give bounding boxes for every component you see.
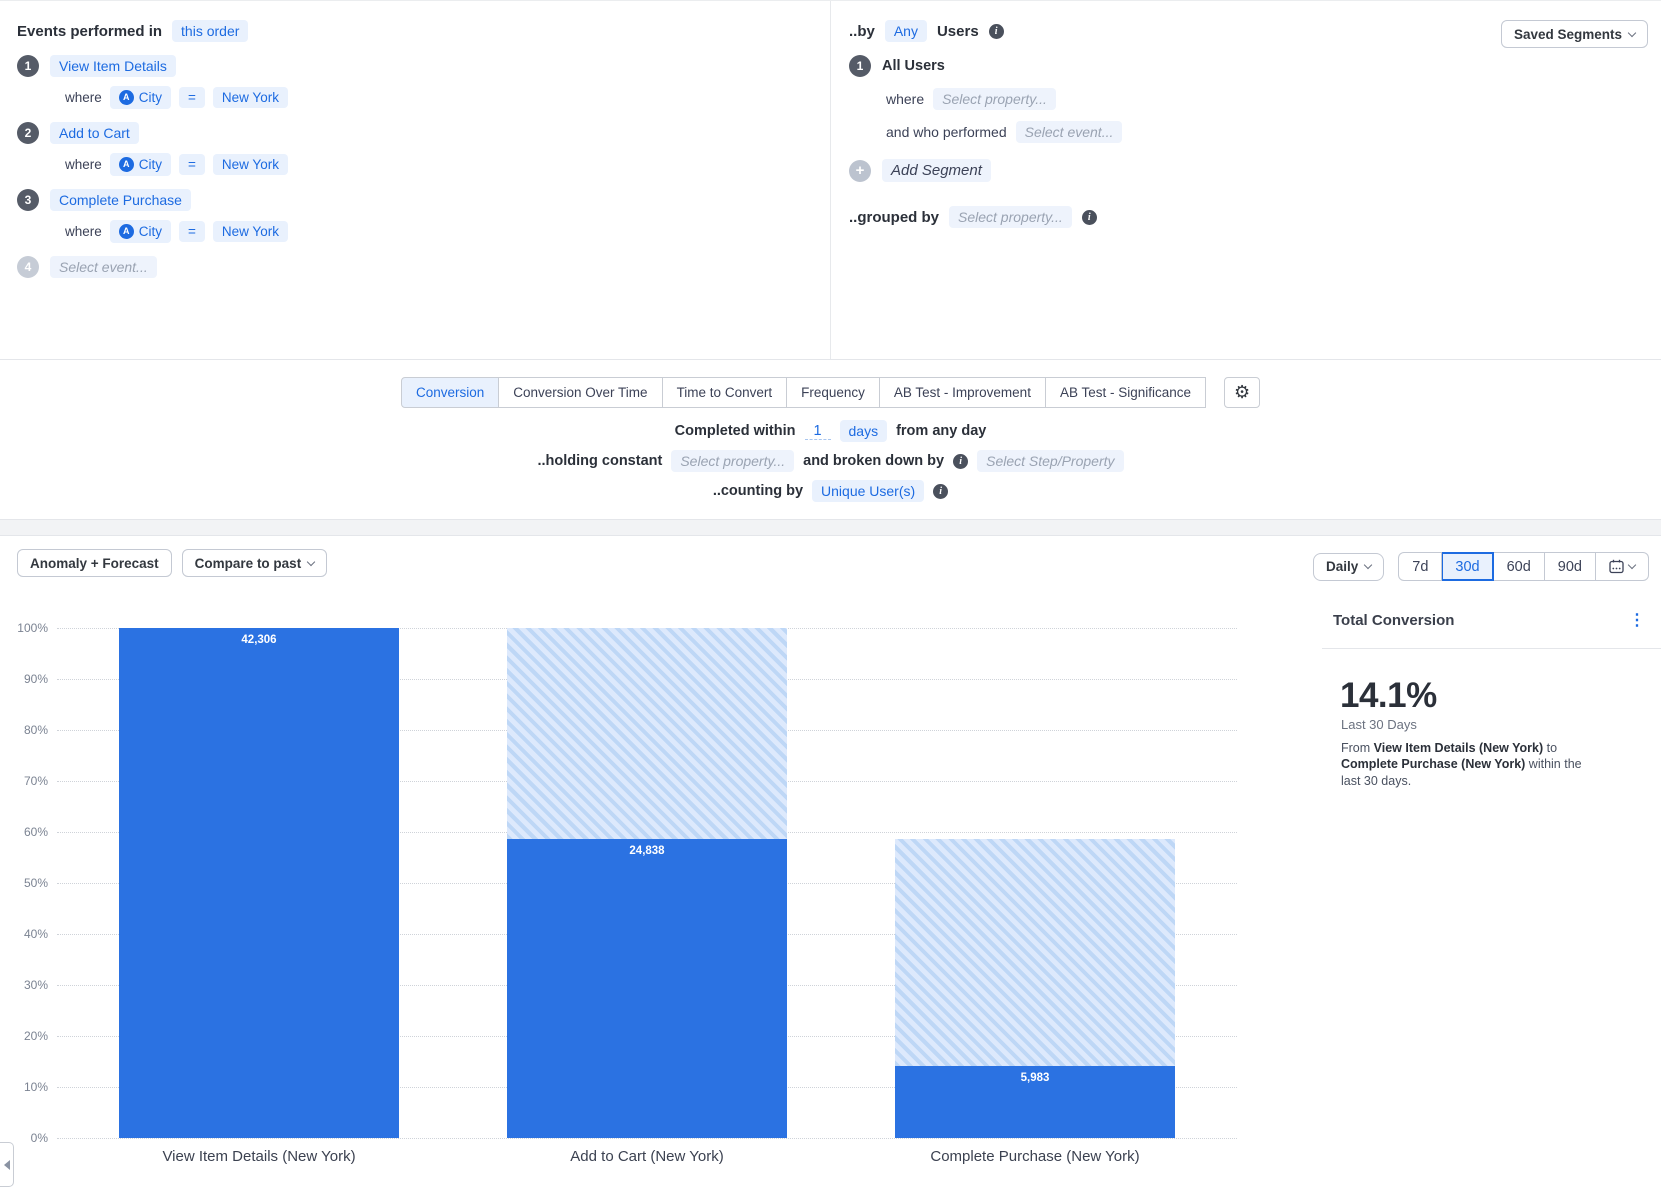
events-panel: Events performed in this order 1 View It… — [17, 20, 807, 278]
step-event-chip[interactable]: Complete Purchase — [50, 189, 191, 211]
select-event-placeholder-chip[interactable]: Select event... — [50, 256, 157, 278]
plus-icon[interactable]: + — [849, 160, 871, 182]
funnel-bar[interactable] — [507, 839, 787, 1138]
funnel-bar[interactable] — [119, 628, 399, 1138]
bar-value-label: 42,306 — [119, 634, 399, 646]
broken-down-placeholder-chip[interactable]: Select Step/Property — [977, 450, 1123, 472]
broken-down-by-label: and broken down by — [803, 453, 944, 469]
funnel-chart-section: Anomaly + Forecast Compare to past Daily… — [0, 536, 1661, 1194]
section-divider — [0, 519, 1661, 536]
text-property-icon: A — [119, 224, 134, 239]
tab-ab-test-significance[interactable]: AB Test - Significance — [1046, 377, 1206, 408]
kebab-menu-icon[interactable]: ⋮ — [1629, 613, 1645, 629]
collapse-panel-button[interactable] — [0, 1142, 14, 1187]
funnel-bar-dropoff-hatch[interactable] — [507, 628, 787, 839]
y-axis-tick-label: 10% — [0, 1080, 48, 1094]
saved-segments-button[interactable]: Saved Segments — [1501, 20, 1648, 48]
chevron-down-icon — [1628, 28, 1636, 36]
summary-title: Total Conversion — [1333, 612, 1454, 629]
bar-value-label: 24,838 — [507, 845, 787, 857]
bar-value-label: 5,983 — [895, 1072, 1175, 1084]
any-selector-chip[interactable]: Any — [885, 20, 927, 42]
left-arrow-icon — [4, 1160, 10, 1170]
counting-by-label: ..counting by — [713, 483, 803, 499]
where-label: where — [65, 157, 102, 172]
y-axis-tick-label: 50% — [0, 876, 48, 890]
add-segment-button[interactable]: Add Segment — [882, 159, 991, 182]
users-label: Users — [937, 23, 979, 40]
completed-within-label: Completed within — [675, 423, 796, 439]
tab-time-to-convert[interactable]: Time to Convert — [663, 377, 788, 408]
x-axis-category-label: Complete Purchase (New York) — [855, 1148, 1215, 1165]
from-any-day-label: from any day — [896, 423, 986, 439]
where-label: where — [65, 90, 102, 105]
info-icon[interactable]: i — [1082, 210, 1097, 225]
y-axis-tick-label: 90% — [0, 672, 48, 686]
step-number-badge: 2 — [17, 122, 39, 144]
y-gridline — [57, 1138, 1237, 1139]
property-chip[interactable]: ACity — [110, 220, 171, 243]
tab-ab-test-improvement[interactable]: AB Test - Improvement — [880, 377, 1046, 408]
conversion-rate-value: 14.1% — [1340, 676, 1437, 716]
y-axis-tick-label: 20% — [0, 1029, 48, 1043]
step-event-chip[interactable]: View Item Details — [50, 55, 176, 77]
select-event-placeholder-chip[interactable]: Select event... — [1016, 121, 1123, 143]
text-property-icon: A — [119, 157, 134, 172]
users-panel: ..by Any Users i 1 All Users where Selec… — [830, 1, 1661, 359]
summary-divider — [1322, 648, 1661, 649]
analysis-tabs: Conversion Conversion Over Time Time to … — [401, 377, 1260, 408]
conversion-period-label: Last 30 Days — [1341, 717, 1417, 732]
segment-name[interactable]: All Users — [882, 58, 945, 74]
where-label: where — [65, 224, 102, 239]
value-chip[interactable]: New York — [213, 87, 288, 109]
holding-constant-placeholder-chip[interactable]: Select property... — [671, 450, 794, 472]
query-builder-section: Events performed in this order 1 View It… — [0, 1, 1661, 360]
step-number-badge: 1 — [17, 55, 39, 77]
days-value-input[interactable] — [805, 423, 831, 440]
info-icon[interactable]: i — [933, 484, 948, 499]
property-chip[interactable]: ACity — [110, 86, 171, 109]
conversion-description: From View Item Details (New York) to Com… — [1341, 740, 1603, 789]
value-chip[interactable]: New York — [213, 154, 288, 176]
x-axis-category-label: View Item Details (New York) — [79, 1148, 439, 1165]
y-axis-tick-label: 100% — [0, 621, 48, 635]
step-event-chip[interactable]: Add to Cart — [50, 122, 139, 144]
and-who-performed-label: and who performed — [886, 124, 1007, 140]
y-axis-tick-label: 40% — [0, 927, 48, 941]
info-icon[interactable]: i — [953, 454, 968, 469]
holding-constant-label: ..holding constant — [537, 453, 662, 469]
operator-chip[interactable]: = — [179, 87, 205, 109]
step-number-badge: 4 — [17, 256, 39, 278]
grouped-by-placeholder-chip[interactable]: Select property... — [949, 206, 1072, 228]
property-chip[interactable]: ACity — [110, 153, 171, 176]
operator-chip[interactable]: = — [179, 221, 205, 243]
y-axis-tick-label: 30% — [0, 978, 48, 992]
counting-by-chip[interactable]: Unique User(s) — [812, 480, 924, 502]
where-label: where — [886, 91, 924, 107]
segment-number-badge: 1 — [849, 55, 871, 77]
info-icon[interactable]: i — [989, 24, 1004, 39]
tab-frequency[interactable]: Frequency — [787, 377, 880, 408]
step-number-badge: 3 — [17, 189, 39, 211]
value-chip[interactable]: New York — [213, 221, 288, 243]
y-axis-tick-label: 60% — [0, 825, 48, 839]
y-axis-tick-label: 80% — [0, 723, 48, 737]
events-header-label: Events performed in — [17, 23, 162, 40]
order-selector-chip[interactable]: this order — [172, 20, 248, 42]
funnel-plot: 100%90%80%70%60%50%40%30%20%10%0%42,306V… — [0, 536, 1661, 1194]
tab-conversion-over-time[interactable]: Conversion Over Time — [499, 377, 662, 408]
operator-chip[interactable]: = — [179, 154, 205, 176]
analysis-controls-section: Conversion Conversion Over Time Time to … — [0, 361, 1661, 519]
x-axis-category-label: Add to Cart (New York) — [467, 1148, 827, 1165]
days-unit-chip[interactable]: days — [840, 420, 888, 442]
text-property-icon: A — [119, 90, 134, 105]
grouped-by-label: ..grouped by — [849, 209, 939, 226]
y-axis-tick-label: 70% — [0, 774, 48, 788]
gear-icon[interactable]: ⚙ — [1224, 377, 1260, 408]
by-label: ..by — [849, 23, 875, 40]
select-property-placeholder-chip[interactable]: Select property... — [933, 88, 1056, 110]
tab-conversion[interactable]: Conversion — [401, 377, 499, 408]
funnel-bar-dropoff-hatch[interactable] — [895, 839, 1175, 1066]
